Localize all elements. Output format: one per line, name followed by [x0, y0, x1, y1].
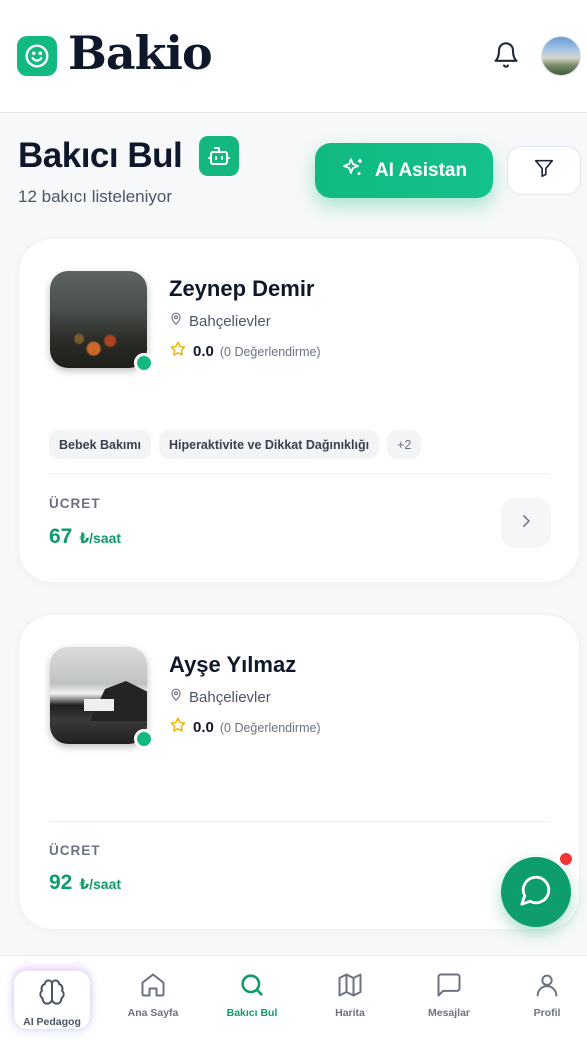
user-avatar[interactable] — [541, 36, 581, 76]
page-title: Bakıcı Bul — [18, 136, 183, 175]
caregiver-photo — [50, 271, 147, 368]
app-header: Bakio — [0, 0, 587, 113]
online-status-dot — [134, 353, 154, 373]
filter-button[interactable] — [507, 146, 581, 195]
robot-icon — [199, 136, 239, 176]
nav-profile[interactable]: Profil — [507, 970, 587, 1036]
star-icon — [169, 716, 187, 739]
nav-label: AI Pedagog — [23, 1016, 81, 1028]
caregiver-name: Zeynep Demir — [169, 276, 315, 301]
caregiver-photo — [50, 647, 147, 744]
brand-name[interactable]: Bakio — [68, 26, 213, 80]
location-text: Bahçelievler — [189, 312, 271, 330]
map-pin-icon — [169, 687, 183, 707]
nav-label: Harita — [335, 1007, 365, 1019]
caregiver-name: Ayşe Yılmaz — [169, 652, 297, 677]
tag-item: Hiperaktivite ve Dikkat Dağınıklığı — [158, 430, 380, 459]
online-status-dot — [134, 729, 154, 749]
chevron-right-icon — [517, 512, 535, 535]
nav-label: Mesajlar — [427, 1007, 471, 1019]
ai-assistant-label: AI Asistan — [374, 159, 468, 181]
caregiver-card[interactable]: Zeynep Demir Bahçelievler 0.0 (0 Değerle… — [18, 238, 580, 583]
fee-unit: ₺/saat — [79, 876, 122, 892]
rating-value: 0.0 — [193, 719, 214, 736]
chat-button[interactable] — [501, 857, 571, 927]
divider — [49, 473, 549, 474]
caregiver-card[interactable]: Ayşe Yılmaz Bahçelievler 0.0 (0 Değerlen… — [18, 614, 580, 930]
location-text: Bahçelievler — [189, 688, 271, 706]
rating-value: 0.0 — [193, 343, 214, 360]
nav-find-caregiver[interactable]: Bakıcı Bul — [212, 970, 292, 1036]
tag-item: Bebek Bakımı — [49, 430, 151, 459]
message-icon — [435, 970, 463, 1000]
fee-amount: 92 — [49, 871, 73, 894]
nav-messages[interactable]: Mesajlar — [409, 970, 489, 1036]
search-icon — [238, 970, 266, 1000]
caregiver-location: Bahçelievler — [169, 311, 271, 331]
fee-unit: ₺/saat — [79, 530, 122, 546]
caregiver-location: Bahçelievler — [169, 687, 271, 707]
nav-ai-pedagog[interactable]: AI Pedagog — [13, 970, 91, 1030]
ai-assistant-button[interactable]: AI Asistan — [315, 143, 493, 198]
filter-icon — [533, 157, 555, 184]
caregiver-rating: 0.0 (0 Değerlendirme) — [169, 340, 321, 363]
map-icon — [336, 970, 364, 1000]
nav-home[interactable]: Ana Sayfa — [113, 970, 193, 1036]
fee-value: 67 ₺/saat — [49, 525, 121, 549]
sparkles-icon — [341, 156, 365, 186]
map-pin-icon — [169, 311, 183, 331]
tag-more[interactable]: +2 — [387, 430, 422, 459]
user-icon — [533, 970, 561, 1000]
home-icon — [139, 970, 167, 1000]
rating-count: (0 Değerlendirme) — [219, 720, 321, 735]
brain-icon — [38, 977, 66, 1007]
logo-smile-icon[interactable] — [17, 36, 57, 76]
view-details-button[interactable] — [501, 498, 551, 548]
fee-value: 92 ₺/saat — [49, 871, 121, 895]
fee-label: ÜCRET — [49, 843, 101, 858]
notification-dot — [557, 850, 575, 868]
rating-count: (0 Değerlendirme) — [219, 344, 321, 359]
caregiver-count: 12 bakıcı listeleniyor — [18, 187, 173, 206]
fee-amount: 67 — [49, 525, 73, 548]
fee-label: ÜCRET — [49, 496, 101, 511]
bottom-navigation: AI Pedagog Ana Sayfa Bakıcı Bul Harita M… — [0, 955, 587, 1047]
divider — [49, 821, 549, 822]
bell-icon[interactable] — [492, 40, 520, 70]
chat-bubble-icon — [519, 873, 553, 912]
nav-label: Ana Sayfa — [127, 1007, 179, 1019]
nav-label: Bakıcı Bul — [226, 1007, 278, 1019]
caregiver-rating: 0.0 (0 Değerlendirme) — [169, 716, 321, 739]
nav-label: Profil — [533, 1007, 561, 1019]
nav-map[interactable]: Harita — [310, 970, 390, 1036]
specialty-tags: Bebek Bakımı Hiperaktivite ve Dikkat Dağ… — [49, 430, 422, 459]
star-icon — [169, 340, 187, 363]
